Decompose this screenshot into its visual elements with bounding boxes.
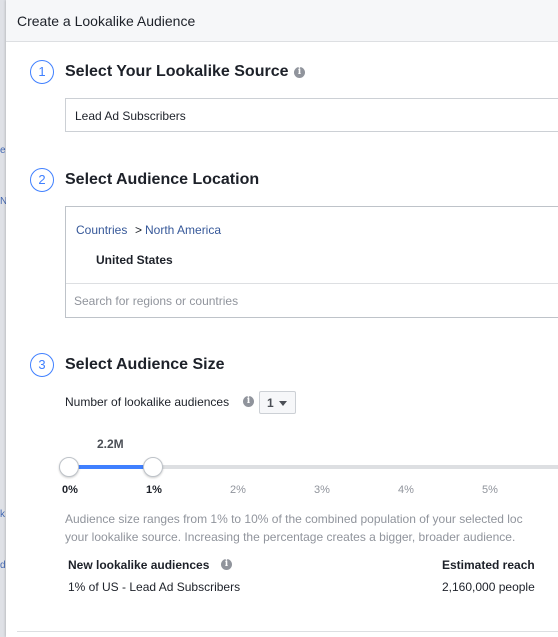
slider-tick-label: 0% [62, 484, 78, 496]
lookalike-source-field[interactable]: Lead Ad Subscribers [65, 98, 558, 132]
slider-handle-end[interactable] [143, 457, 163, 477]
section-divider [17, 631, 558, 632]
step-number-2: 2 [30, 168, 54, 192]
audience-size-description: Audience size ranges from 1% to 10% of t… [65, 510, 558, 546]
backdrop-fragment: k [0, 509, 5, 520]
slider-tick-label: 5% [482, 484, 498, 496]
step-title-size: Select Audience Size [65, 356, 225, 373]
description-line: Audience size ranges from 1% to 10% of t… [65, 512, 523, 526]
info-icon[interactable]: i [243, 396, 254, 407]
lookalike-count-value: 1 [267, 396, 274, 410]
backdrop-fragment: d [0, 560, 6, 571]
location-selector: Countries > North America United States … [65, 206, 558, 318]
breadcrumb-separator: > [135, 223, 143, 237]
slider-tick-label: 4% [398, 484, 414, 496]
lookalike-count-label: Number of lookalike audiences [65, 395, 230, 409]
step-title-source: Select Your Lookalike Source [65, 63, 289, 80]
slider-handle-start[interactable] [59, 457, 79, 477]
selected-country[interactable]: United States [96, 253, 173, 267]
step-number-3: 3 [30, 353, 54, 377]
lookalike-count-select[interactable]: 1 [259, 391, 296, 414]
caret-down-icon [279, 401, 287, 406]
column-header-reach: Estimated reach [442, 558, 535, 572]
breadcrumb-countries[interactable]: Countries [76, 223, 127, 237]
lookalike-dialog: Create a Lookalike Audience 1 Select You… [6, 0, 558, 637]
source-field-value: Lead Ad Subscribers [75, 109, 186, 123]
dialog-title: Create a Lookalike Audience [17, 13, 196, 29]
info-icon[interactable]: i [221, 559, 232, 570]
dialog-header: Create a Lookalike Audience [6, 0, 558, 42]
slider-tick-label: 2% [230, 484, 246, 496]
slider-value-label: 2.2M [97, 437, 124, 451]
description-line: your lookalike source. Increasing the pe… [65, 530, 516, 544]
backdrop-fragment: e [0, 145, 6, 156]
slider-tick-label: 1% [146, 484, 162, 496]
column-header-audiences: New lookalike audiences [68, 558, 210, 572]
step-number-1: 1 [30, 60, 54, 84]
breadcrumb-north-america[interactable]: North America [145, 223, 221, 237]
slider-tick-label: 3% [314, 484, 330, 496]
location-divider [66, 283, 558, 284]
slider-fill [69, 465, 153, 469]
audience-reach: 2,160,000 people [442, 580, 535, 594]
step-title-location: Select Audience Location [65, 171, 260, 188]
audience-name: 1% of US - Lead Ad Subscribers [68, 580, 241, 594]
info-icon[interactable]: i [294, 67, 305, 78]
location-search-input[interactable]: Search for regions or countries [74, 294, 238, 308]
